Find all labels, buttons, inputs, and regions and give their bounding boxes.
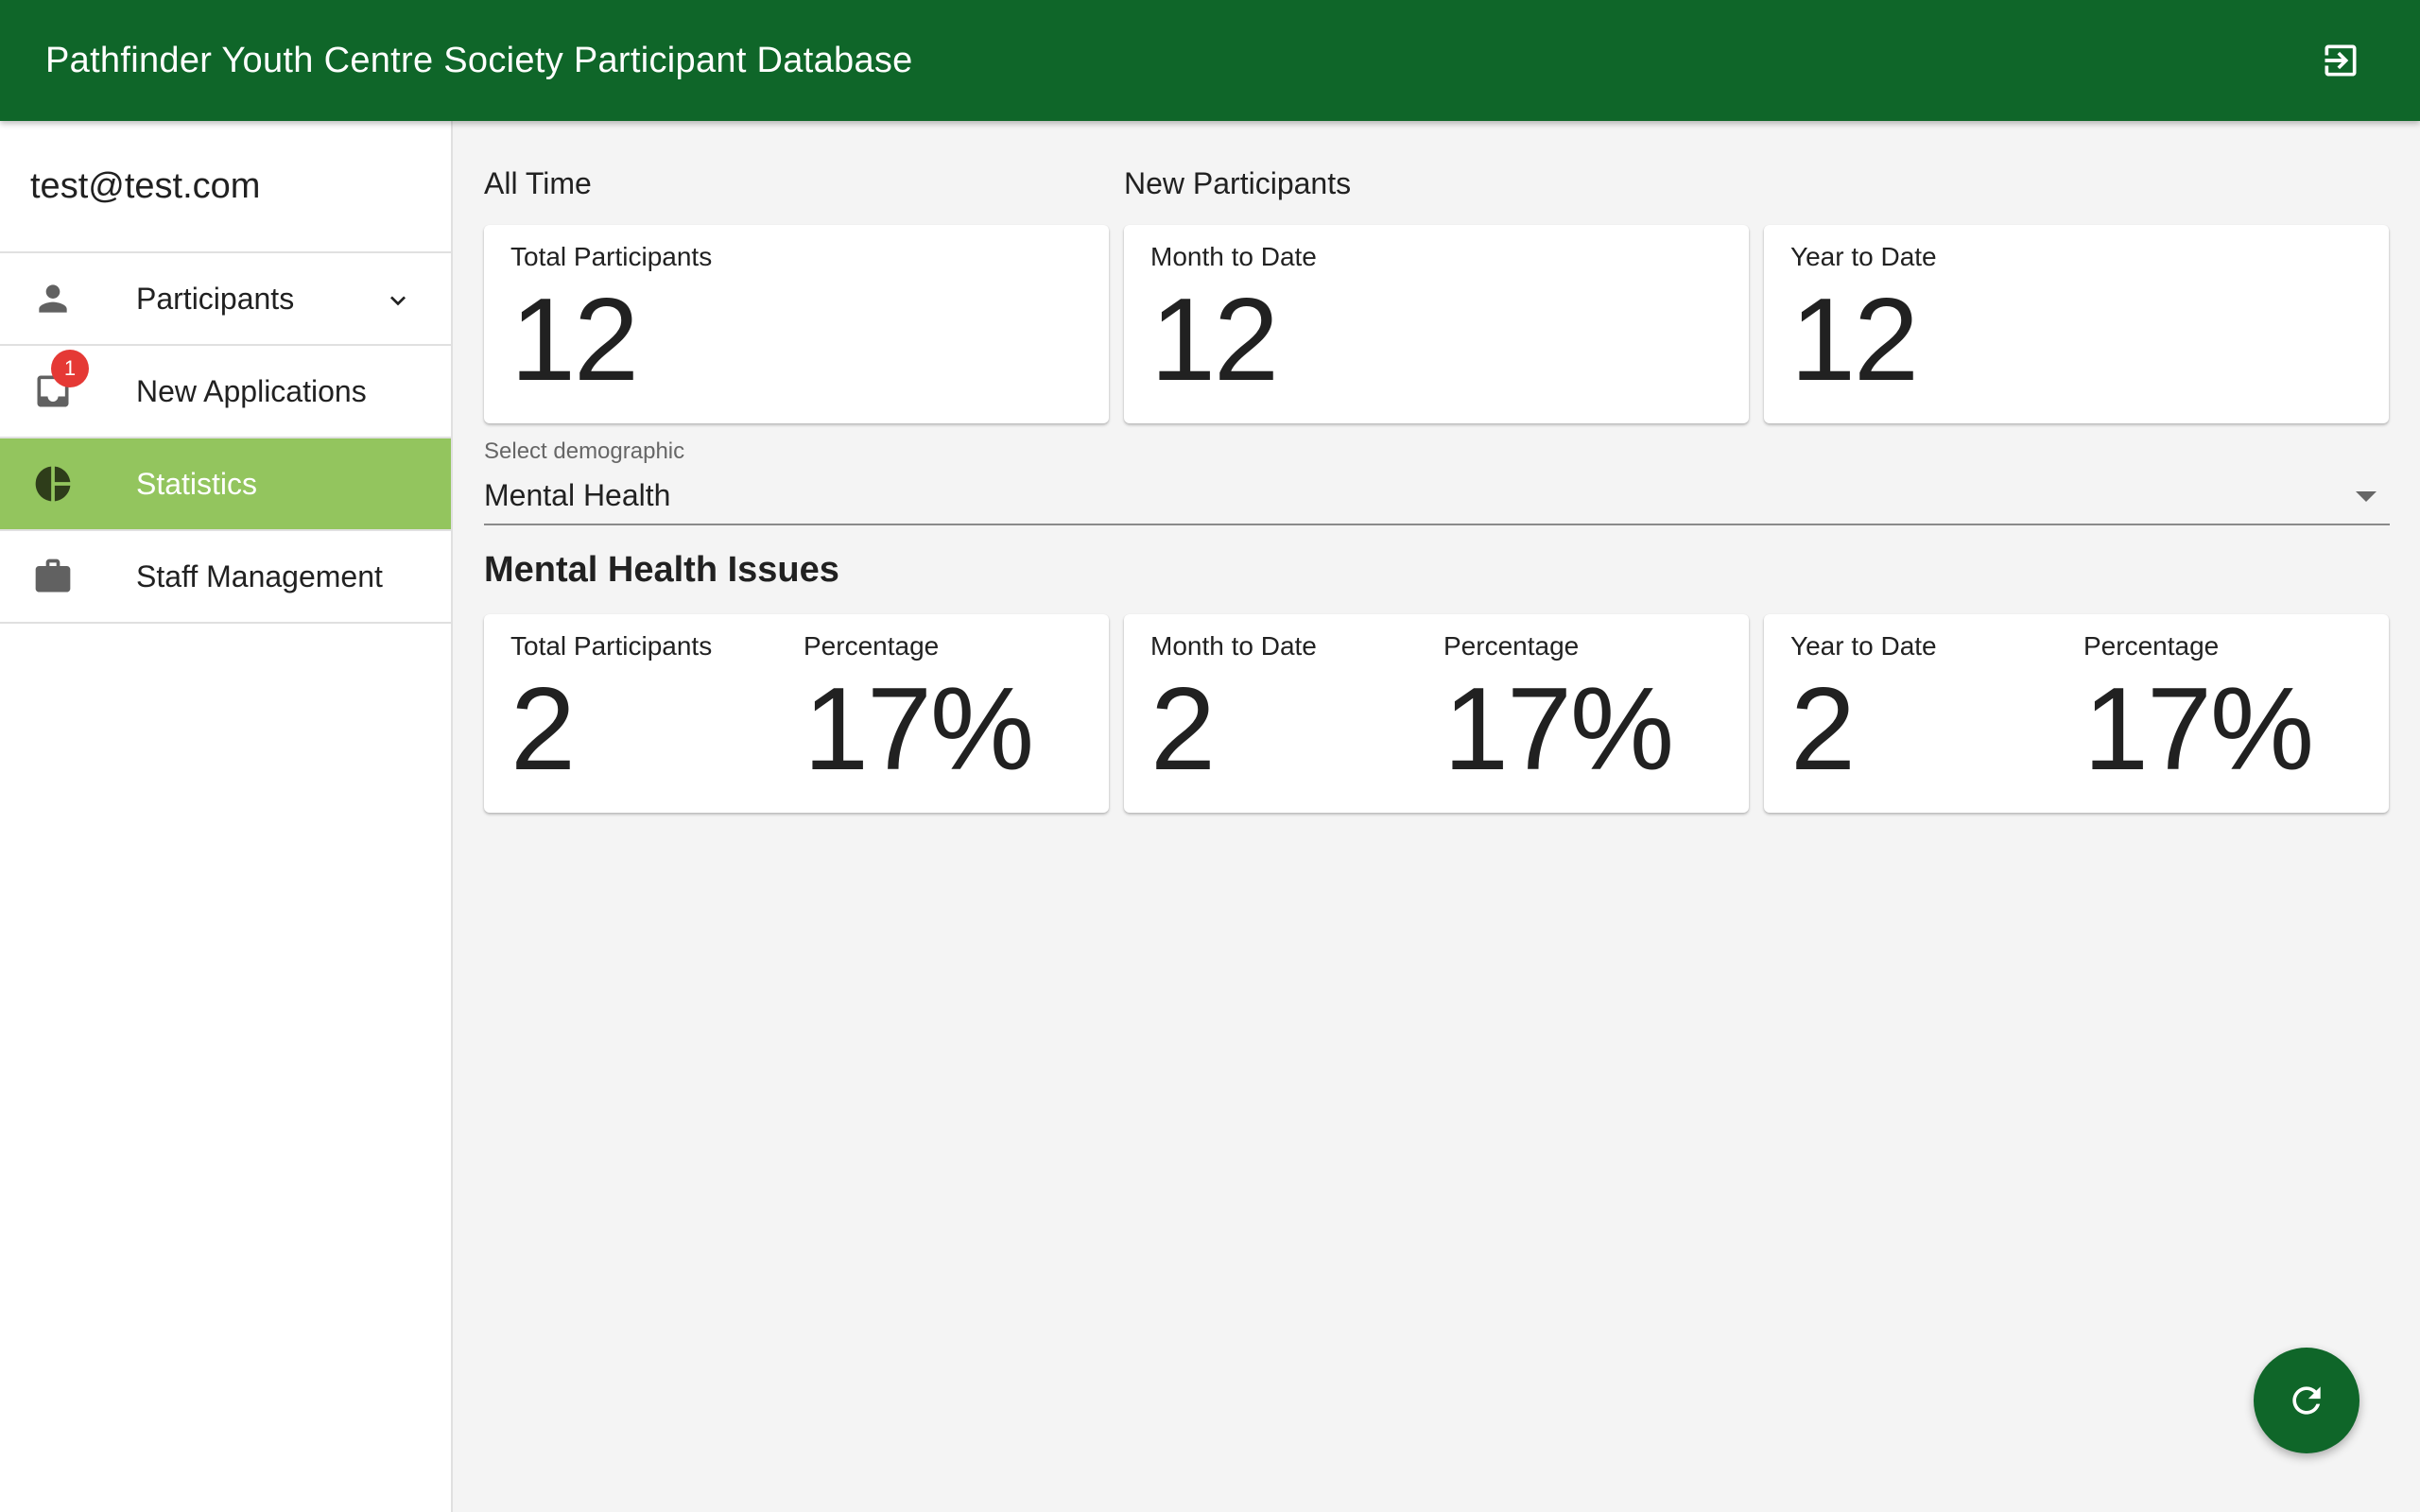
- year-to-date-card: Year to Date 12: [1764, 225, 2389, 423]
- total-participants-card: Total Participants 12: [484, 225, 1109, 423]
- overview-cards: Total Participants 12 Month to Date 12 Y…: [484, 225, 2390, 423]
- stat-value: 2: [1150, 664, 1216, 795]
- stat-value: 2: [510, 664, 576, 795]
- sidebar: test@test.com Participants 1 New Applica…: [0, 121, 453, 1512]
- stat: Year to Date 12: [1790, 242, 1937, 399]
- stat: Total Participants 12: [510, 242, 712, 399]
- stat: Month to Date 12: [1150, 242, 1317, 399]
- sidebar-item-label: New Applications: [136, 373, 367, 408]
- stat: Year to Date 2: [1790, 631, 1937, 788]
- section-labels: All Time New Participants: [484, 121, 2390, 225]
- refresh-button[interactable]: [2254, 1348, 2360, 1453]
- refresh-icon: [2292, 1386, 2321, 1415]
- sidebar-item-label: Participants: [136, 281, 295, 316]
- stat-percentage: Percentage 17%: [1443, 631, 1674, 795]
- new-participants-heading: New Participants: [1124, 166, 1352, 200]
- sidebar-item-label: Staff Management: [136, 558, 383, 593]
- stat-label: Total Participants: [510, 631, 713, 661]
- stat-label: Year to Date: [1790, 242, 1937, 271]
- stat-label: Month to Date: [1150, 631, 1317, 661]
- user-email: test@test.com: [0, 121, 451, 253]
- stat-value: 2: [1790, 664, 1856, 795]
- stat-percentage: Percentage 17%: [2083, 631, 2314, 795]
- month-to-date-card: Month to Date 12: [1124, 225, 1749, 423]
- chevron-down-icon[interactable]: [383, 285, 413, 320]
- sidebar-item-participants[interactable]: Participants: [0, 253, 451, 346]
- logout-button[interactable]: [2307, 26, 2375, 94]
- app-bar: Pathfinder Youth Centre Society Particip…: [0, 0, 2420, 121]
- stat-value: 12: [1150, 275, 1279, 405]
- select-value: Mental Health: [484, 478, 671, 512]
- stat-label: Total Participants: [510, 242, 713, 271]
- all-time-heading: All Time: [484, 166, 592, 200]
- demographic-cards: Total Participants 2 Percentage 17% Mont…: [484, 614, 2390, 813]
- sidebar-item-new-applications[interactable]: 1 New Applications: [0, 346, 451, 438]
- stat: Total Participants 2: [510, 631, 712, 788]
- select-label: Select demographic: [484, 438, 685, 464]
- stat-label: Year to Date: [1790, 631, 1937, 661]
- person-icon: [30, 276, 76, 321]
- pie-chart-icon: [30, 461, 76, 507]
- sidebar-item-statistics[interactable]: Statistics: [0, 438, 451, 531]
- demographic-section-title: Mental Health Issues: [484, 550, 839, 590]
- briefcase-icon: [30, 554, 76, 599]
- stat: Month to Date 2: [1150, 631, 1317, 788]
- demographic-select[interactable]: Select demographic Mental Health: [484, 438, 2390, 525]
- demographic-total-card: Total Participants 2 Percentage 17%: [484, 614, 1109, 813]
- sidebar-item-label: Statistics: [136, 466, 258, 501]
- app-title: Pathfinder Youth Centre Society Particip…: [45, 40, 913, 80]
- demographic-year-card: Year to Date 2 Percentage 17%: [1764, 614, 2389, 813]
- stat-value: 12: [510, 275, 639, 405]
- stat-value: 17%: [1443, 664, 1674, 795]
- stat-label: Percentage: [804, 631, 940, 661]
- dropdown-arrow-icon: [2356, 491, 2377, 502]
- statistics-content: All Time New Participants Total Particip…: [484, 121, 2390, 813]
- demographic-month-card: Month to Date 2 Percentage 17%: [1124, 614, 1749, 813]
- stat-label: Percentage: [2083, 631, 2220, 661]
- inbox-icon: 1: [30, 350, 89, 414]
- stat-value: 17%: [804, 664, 1034, 795]
- stat-label: Month to Date: [1150, 242, 1317, 271]
- notification-badge: 1: [51, 350, 89, 387]
- sidebar-item-staff-management[interactable]: Staff Management: [0, 531, 451, 624]
- stat-value: 12: [1790, 275, 1919, 405]
- stat-label: Percentage: [1443, 631, 1580, 661]
- stat-value: 17%: [2083, 664, 2314, 795]
- logout-icon: [2325, 44, 2357, 77]
- stat-percentage: Percentage 17%: [804, 631, 1034, 795]
